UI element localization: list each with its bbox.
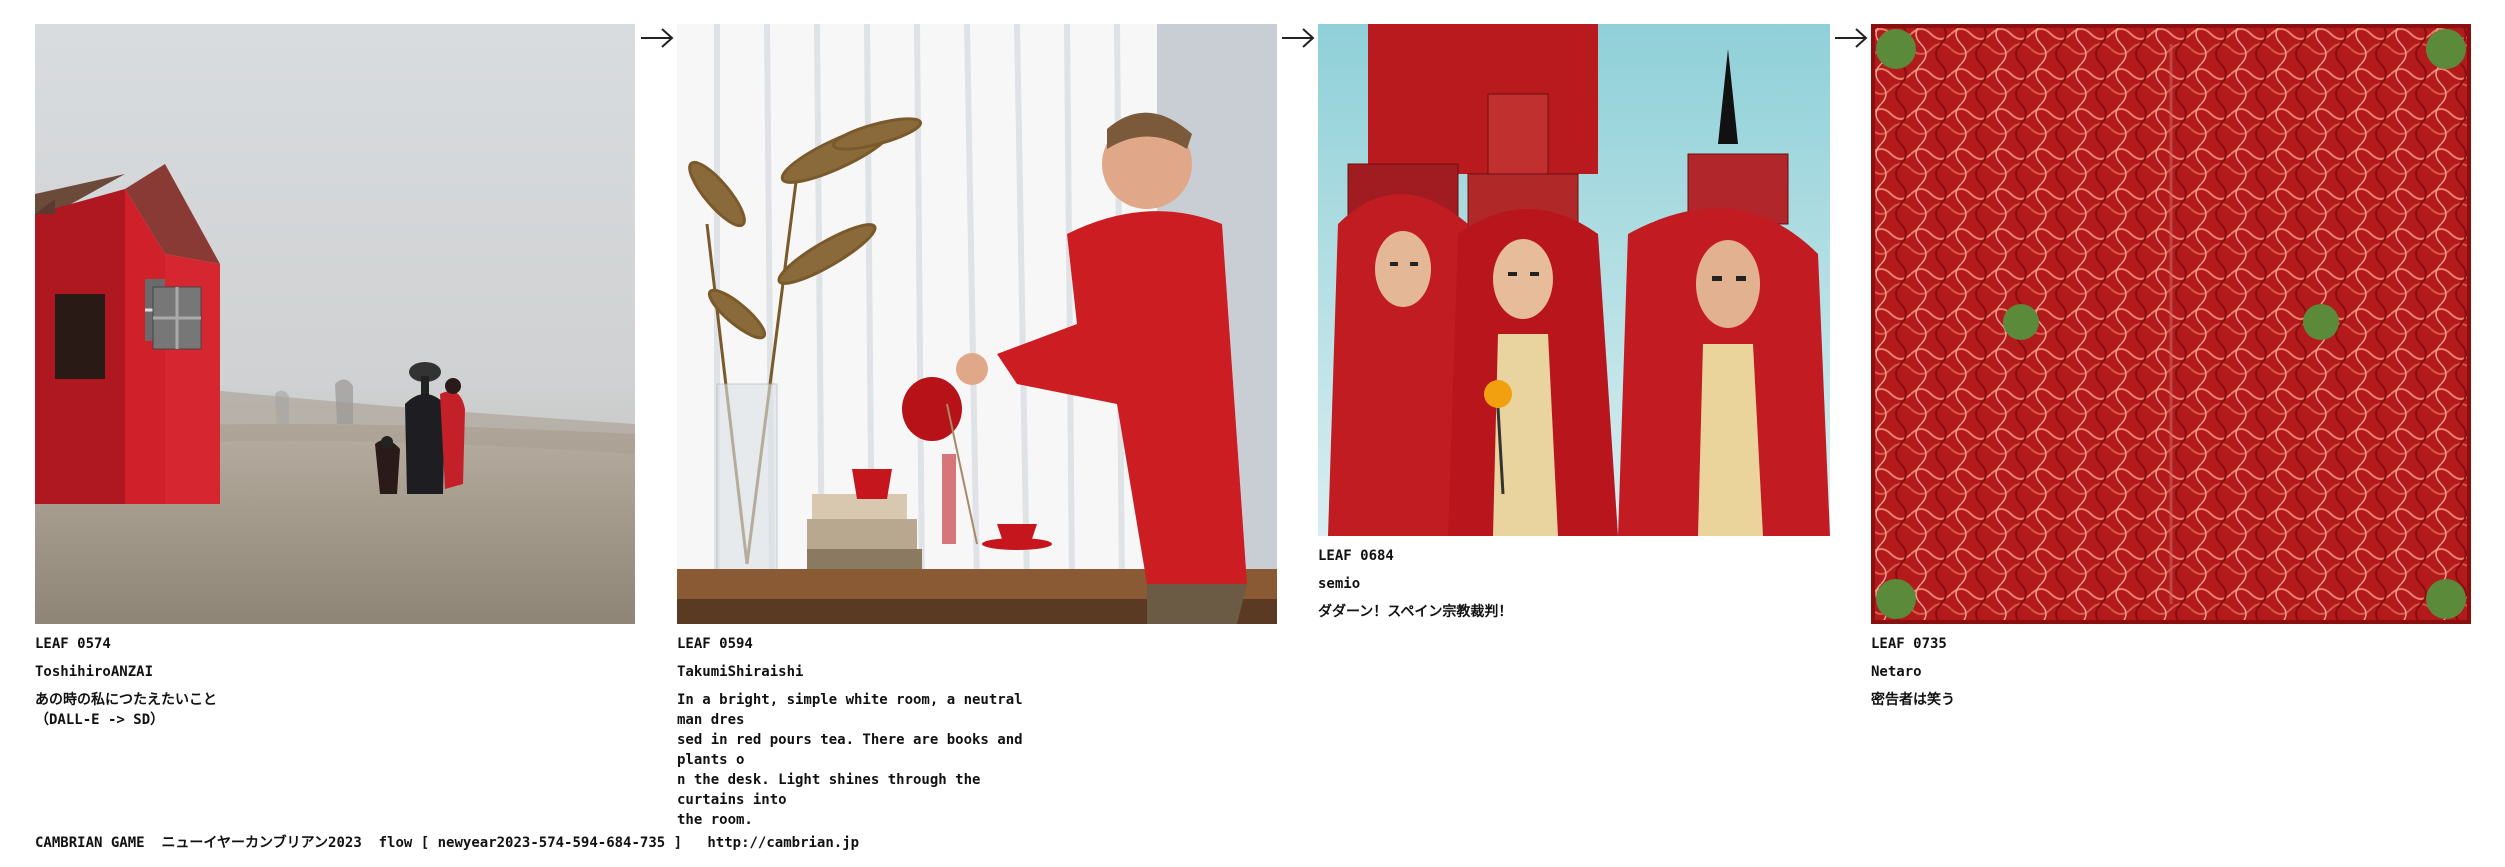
author-name[interactable]: ToshihiroANZAI <box>35 662 635 690</box>
leaf-id: LEAF 0574 <box>35 636 111 652</box>
leaf-card-0574[interactable]: LEAF 0574 ToshihiroANZAI あの時の私につたえたいこと （… <box>35 24 635 730</box>
leaf-id: LEAF 0684 <box>1318 548 1394 564</box>
leaf-id: LEAF 0594 <box>677 636 753 652</box>
leaf-card-0594[interactable]: LEAF 0594 TakumiShiraishi In a bright, s… <box>677 24 1277 830</box>
author-name[interactable]: TakumiShiraishi <box>677 662 1277 690</box>
leaf-image-0594[interactable] <box>677 24 1277 624</box>
leaf-description: In a bright, simple white room, a neutra… <box>677 692 1023 828</box>
arrow-right-icon <box>1282 28 1315 48</box>
leaf-image-0684[interactable] <box>1318 24 1830 536</box>
leaf-description: ダダーン！スペイン宗教裁判！ <box>1318 604 1513 620</box>
leaf-description: 密告者は笑う <box>1871 692 1955 708</box>
footer-flow: flow [ newyear2023-574-594-684-735 ] <box>378 835 683 851</box>
author-name[interactable]: Netaro <box>1871 662 2471 690</box>
leaf-description: あの時の私につたえたいこと （DALL-E -> SD） <box>35 692 217 728</box>
leaf-card-0735[interactable]: LEAF 0735 Netaro 密告者は笑う <box>1871 24 2471 710</box>
footer-event-name: ニューイヤーカンブリアン2023 <box>161 835 362 851</box>
footer-game-title: CAMBRIAN GAME <box>35 835 145 851</box>
author-name[interactable]: semio <box>1318 574 1830 602</box>
footer-site-link[interactable]: http://cambrian.jp <box>707 835 859 851</box>
footer: CAMBRIAN GAME ニューイヤーカンブリアン2023 flow [ ne… <box>35 832 859 852</box>
leaf-id: LEAF 0735 <box>1871 636 1947 652</box>
leaf-card-0684[interactable]: LEAF 0684 semio ダダーン！スペイン宗教裁判！ <box>1318 24 1830 622</box>
leaf-image-0574[interactable] <box>35 24 635 624</box>
arrow-right-icon <box>641 28 674 48</box>
leaf-image-0735[interactable] <box>1871 24 2471 624</box>
arrow-right-icon <box>1835 28 1868 48</box>
